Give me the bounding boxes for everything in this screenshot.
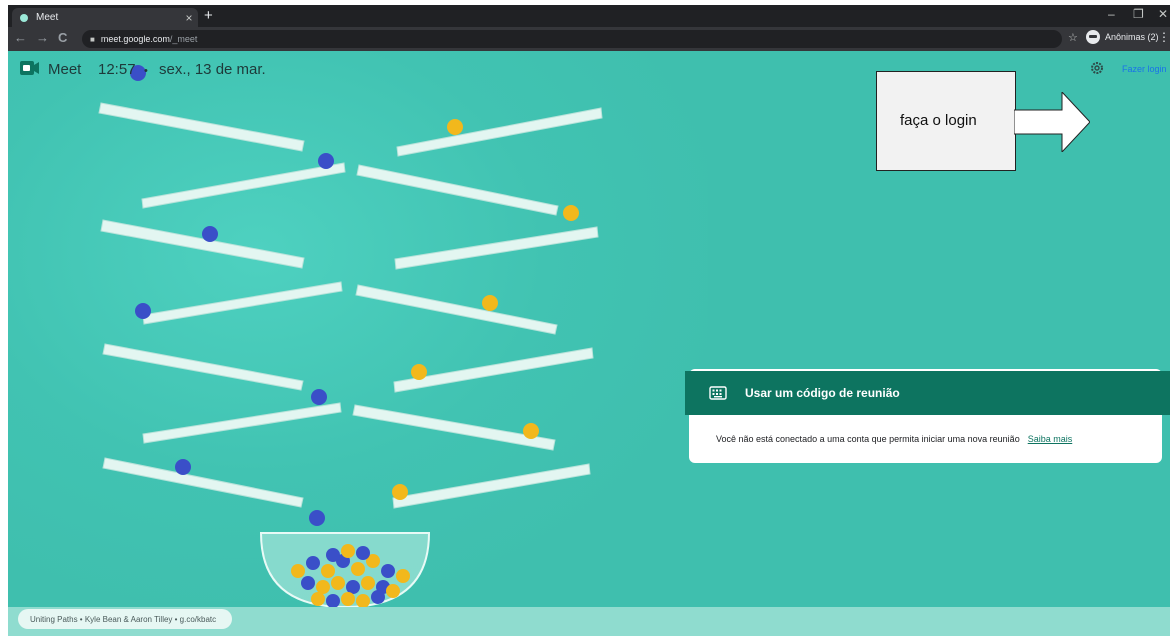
card-message: Você não está conectado a uma conta que … xyxy=(716,434,1020,444)
ramp xyxy=(394,226,599,270)
gear-icon[interactable] xyxy=(1090,61,1104,75)
separator: • xyxy=(144,65,148,77)
ramp xyxy=(102,343,304,391)
forward-button[interactable]: → xyxy=(36,30,49,46)
ramp xyxy=(392,463,591,509)
screen: Meet × + – ❐ ✕ ← → C ■ meet.google.com/_… xyxy=(0,0,1170,636)
callout-text: faça o login xyxy=(900,112,977,129)
meet-logo-icon xyxy=(20,61,39,75)
use-meeting-code-button[interactable]: Usar um código de reunião xyxy=(685,371,1170,415)
marble-yellow xyxy=(447,119,463,135)
marble-run-illustration xyxy=(98,65,603,607)
keyboard-icon xyxy=(709,386,727,400)
tab-title: Meet xyxy=(36,12,59,23)
browser-menu-button[interactable]: ⋮ xyxy=(1158,30,1170,44)
meet-favicon-icon xyxy=(20,13,28,22)
arrow-right-icon xyxy=(1014,92,1090,152)
profile-label: Anônimas (2) xyxy=(1105,32,1159,42)
ramp xyxy=(102,457,304,508)
browser-toolbar: ← → C ■ meet.google.com/_meet ☆ Anônimas… xyxy=(8,27,1170,51)
marble-blue xyxy=(318,153,334,169)
ramp xyxy=(396,107,603,157)
image-attribution[interactable]: Uniting Paths • Kyle Bean & Aaron Tilley… xyxy=(18,609,233,629)
marble-blue xyxy=(175,459,191,475)
ramp xyxy=(141,162,346,209)
current-time: 12:57 xyxy=(98,61,136,78)
close-window-button[interactable]: ✕ xyxy=(1158,7,1168,21)
card-message-row: Você não está conectado a uma conta que … xyxy=(716,434,1072,444)
ramp xyxy=(355,284,558,335)
current-date: sex., 13 de mar. xyxy=(159,61,266,78)
marble-yellow xyxy=(411,364,427,380)
ramp xyxy=(100,219,305,269)
ramp xyxy=(356,164,559,216)
marble-blue xyxy=(309,510,325,526)
marble-blue xyxy=(311,389,327,405)
ramp xyxy=(98,102,305,152)
marble-yellow xyxy=(482,295,498,311)
marble-yellow xyxy=(523,423,539,439)
reload-button[interactable]: C xyxy=(58,30,67,46)
minimize-button[interactable]: – xyxy=(1108,7,1115,21)
new-tab-button[interactable]: + xyxy=(204,8,213,24)
restore-button[interactable]: ❐ xyxy=(1133,7,1144,21)
ramp xyxy=(142,402,342,444)
lock-icon: ■ xyxy=(90,34,95,44)
learn-more-link[interactable]: Saiba mais xyxy=(1028,434,1073,444)
ramp xyxy=(142,281,343,325)
marble-blue xyxy=(202,226,218,242)
sign-in-link[interactable]: Fazer login xyxy=(1122,64,1167,74)
tab-strip: Meet × + – ❐ ✕ xyxy=(8,5,1170,27)
url-path: /_meet xyxy=(169,34,198,44)
back-button[interactable]: ← xyxy=(14,30,27,46)
profile-button[interactable]: Anônimas (2) xyxy=(1086,30,1159,44)
incognito-icon xyxy=(1086,30,1100,44)
star-icon[interactable]: ☆ xyxy=(1068,31,1078,44)
address-bar[interactable]: ■ meet.google.com/_meet xyxy=(82,30,1062,48)
close-tab-icon[interactable]: × xyxy=(180,11,198,25)
marble-yellow xyxy=(392,484,408,500)
url-host: meet.google.com xyxy=(100,34,170,44)
card-title: Usar um código de reunião xyxy=(745,386,900,400)
tab-meet[interactable]: Meet × xyxy=(12,8,198,27)
annotation-callout: faça o login xyxy=(876,71,1016,171)
app-name: Meet xyxy=(48,61,82,78)
meet-landing-page: Meet 12:57 • sex., 13 de mar. Fazer logi… xyxy=(8,51,1170,636)
marble-blue xyxy=(135,303,151,319)
marble-yellow xyxy=(563,205,579,221)
meeting-code-card: Usar um código de reunião Você não está … xyxy=(685,369,1170,463)
